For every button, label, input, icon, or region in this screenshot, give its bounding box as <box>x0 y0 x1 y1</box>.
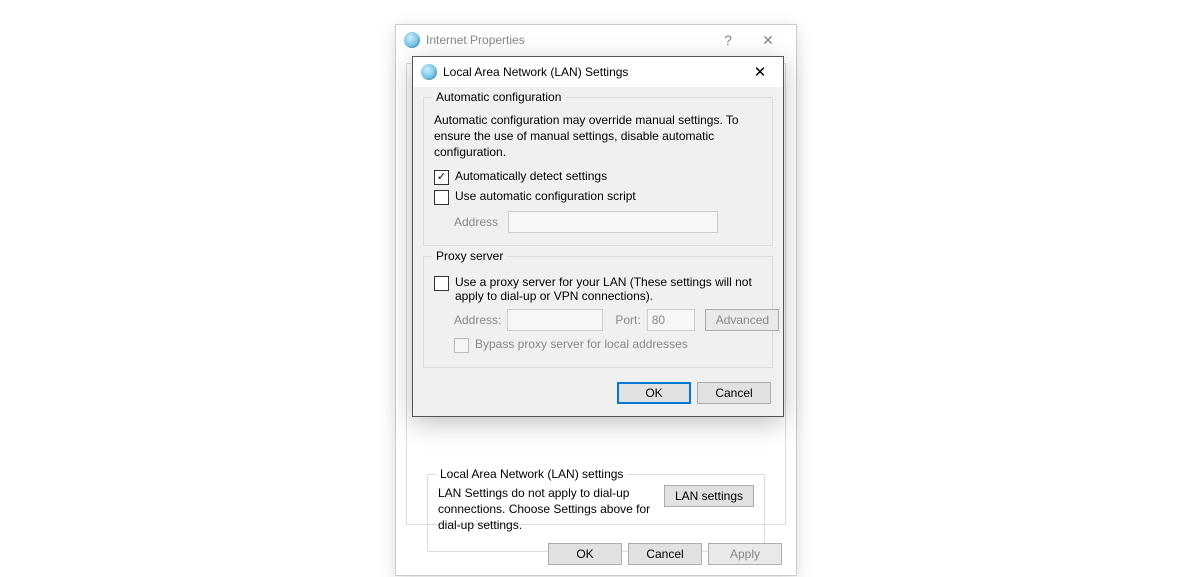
proxy-address-input[interactable] <box>507 309 603 331</box>
globe-icon <box>404 32 420 48</box>
modal-titlebar: Local Area Network (LAN) Settings ✕ <box>413 57 783 87</box>
auto-config-description: Automatic configuration may override man… <box>434 112 762 161</box>
automatic-configuration-group: Automatic configuration Automatic config… <box>423 97 773 246</box>
auto-script-row[interactable]: Use automatic configuration script <box>434 189 762 205</box>
close-icon[interactable]: ✕ <box>748 32 788 49</box>
bypass-checkbox[interactable] <box>454 338 469 353</box>
use-proxy-row[interactable]: Use a proxy server for your LAN (These s… <box>434 275 762 303</box>
apply-button[interactable]: Apply <box>708 543 782 565</box>
modal-footer: OK Cancel <box>423 378 773 406</box>
use-proxy-checkbox[interactable] <box>434 276 449 291</box>
help-icon[interactable]: ? <box>708 32 748 48</box>
auto-script-label: Use automatic configuration script <box>455 189 636 203</box>
proxy-port-input[interactable] <box>647 309 695 331</box>
proxy-server-group: Proxy server Use a proxy server for your… <box>423 256 773 368</box>
lan-settings-text: LAN Settings do not apply to dial-up con… <box>438 485 652 534</box>
ok-button[interactable]: OK <box>617 382 691 404</box>
parent-titlebar: Internet Properties ? ✕ <box>396 25 796 55</box>
auto-script-address-input[interactable] <box>508 211 718 233</box>
use-proxy-label: Use a proxy server for your LAN (These s… <box>455 275 762 303</box>
proxy-port-label: Port: <box>615 313 640 327</box>
auto-detect-checkbox[interactable] <box>434 170 449 185</box>
auto-script-address-row: Address <box>454 211 762 233</box>
close-icon[interactable]: ✕ <box>739 58 781 86</box>
parent-title: Internet Properties <box>426 33 708 47</box>
parent-footer: OK Cancel Apply <box>548 543 782 565</box>
modal-title: Local Area Network (LAN) Settings <box>443 65 739 79</box>
lan-settings-button[interactable]: LAN settings <box>664 485 754 507</box>
auto-script-address-label: Address <box>454 215 500 229</box>
modal-body: Automatic configuration Automatic config… <box>413 87 783 416</box>
proxy-address-label: Address: <box>454 313 501 327</box>
auto-detect-label: Automatically detect settings <box>455 169 607 183</box>
bypass-row[interactable]: Bypass proxy server for local addresses <box>454 337 762 353</box>
ok-button[interactable]: OK <box>548 543 622 565</box>
cancel-button[interactable]: Cancel <box>697 382 771 404</box>
auto-config-legend: Automatic configuration <box>432 90 565 104</box>
lan-settings-dialog: Local Area Network (LAN) Settings ✕ Auto… <box>412 56 784 417</box>
cancel-button[interactable]: Cancel <box>628 543 702 565</box>
bypass-label: Bypass proxy server for local addresses <box>475 337 688 351</box>
auto-detect-row[interactable]: Automatically detect settings <box>434 169 762 185</box>
globe-icon <box>421 64 437 80</box>
lan-settings-group: Local Area Network (LAN) settings LAN Se… <box>427 474 765 552</box>
auto-script-checkbox[interactable] <box>434 190 449 205</box>
advanced-button[interactable]: Advanced <box>705 309 779 331</box>
proxy-legend: Proxy server <box>432 249 507 263</box>
lan-settings-legend: Local Area Network (LAN) settings <box>436 467 627 481</box>
proxy-address-row: Address: Port: Advanced <box>454 309 762 331</box>
